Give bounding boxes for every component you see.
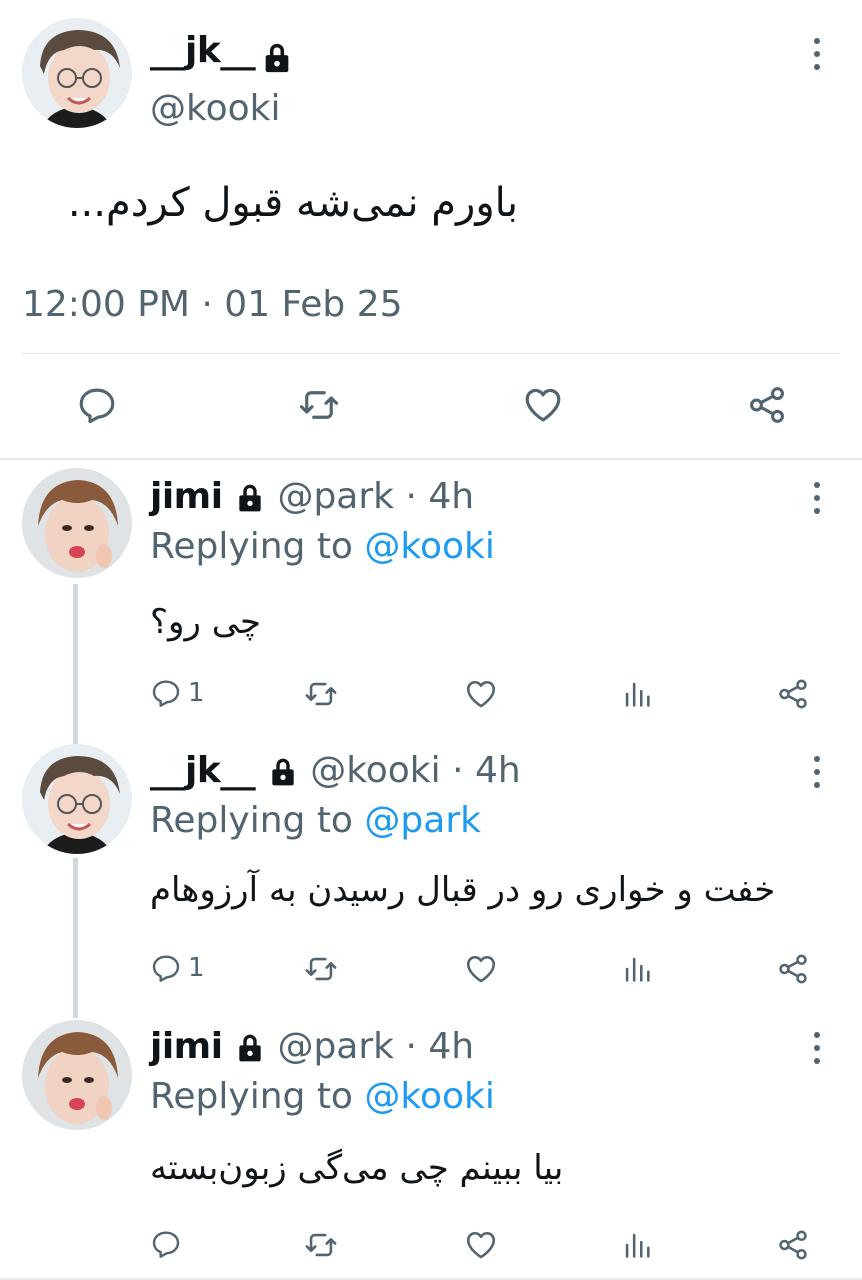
tweet-text: خفت و خواری رو در قبال رسیدن به آرزوهام	[150, 870, 776, 910]
display-name[interactable]: __jk__	[150, 750, 256, 791]
replying-to: Replying to @kooki	[150, 526, 495, 567]
replying-to-label: Replying to	[150, 1076, 353, 1117]
author-handle[interactable]: @kooki	[310, 750, 440, 791]
relative-time[interactable]: 4h	[428, 476, 474, 517]
like-icon[interactable]	[464, 952, 498, 986]
avatar[interactable]	[22, 744, 132, 854]
avatar-image	[22, 1020, 132, 1130]
reply-header: jimi @park · 4h	[150, 476, 474, 517]
tweet-text: چی رو؟	[150, 602, 262, 642]
views-icon[interactable]	[620, 1228, 654, 1262]
reply-header: jimi @park · 4h	[150, 1026, 474, 1067]
avatar[interactable]	[22, 468, 132, 578]
replying-to-label: Replying to	[150, 526, 353, 567]
author-handle[interactable]: @park	[277, 476, 394, 517]
lock-icon	[234, 1032, 266, 1064]
retweet-icon[interactable]	[304, 1228, 338, 1262]
reply-button[interactable]: 1	[150, 952, 205, 984]
replying-to-link[interactable]: @park	[364, 800, 481, 841]
like-icon[interactable]	[464, 1228, 498, 1262]
reply-icon	[150, 952, 182, 984]
author-name-row[interactable]: __jk__	[150, 30, 294, 75]
reply-count: 1	[188, 678, 205, 708]
views-icon[interactable]	[620, 952, 654, 986]
relative-time[interactable]: 4h	[428, 1026, 474, 1067]
display-name[interactable]: jimi	[150, 476, 223, 517]
reply-header: __jk__ @kooki · 4h	[150, 750, 521, 791]
display-name: __jk__	[150, 30, 256, 71]
share-icon[interactable]	[776, 952, 810, 986]
main-tweet: __jk__ @kooki باورم نمی‌شه قبول کردم... …	[0, 0, 862, 458]
replying-to: Replying to @kooki	[150, 1076, 495, 1117]
reply-tweet[interactable]: __jk__ @kooki · 4h Replying to @park خفت…	[0, 734, 862, 1010]
reply-button[interactable]	[150, 1228, 182, 1260]
reply-tweet[interactable]: jimi @park · 4h Replying to @kooki چی رو…	[0, 460, 862, 734]
more-options-icon[interactable]	[810, 38, 824, 70]
share-icon[interactable]	[746, 384, 788, 426]
replying-to-link[interactable]: @kooki	[364, 1076, 494, 1117]
retweet-icon[interactable]	[304, 952, 338, 986]
tweet-text: باورم نمی‌شه قبول کردم...	[67, 180, 518, 226]
reply-icon	[150, 1228, 182, 1260]
reply-icon	[150, 677, 182, 709]
separator: ·	[405, 476, 417, 517]
share-icon[interactable]	[776, 1228, 810, 1262]
reply-icon[interactable]	[76, 384, 118, 426]
avatar-image	[22, 468, 132, 578]
tweet-text: بیا ببینم چی می‌گی زبون‌بسته	[150, 1148, 564, 1188]
like-icon[interactable]	[464, 677, 498, 711]
tweet-timestamp[interactable]: 12:00 PM · 01 Feb 25	[22, 284, 403, 325]
lock-icon	[234, 482, 266, 514]
reply-count: 1	[188, 953, 205, 983]
share-icon[interactable]	[776, 677, 810, 711]
replying-to: Replying to @park	[150, 800, 481, 841]
relative-time[interactable]: 4h	[475, 750, 521, 791]
like-icon[interactable]	[522, 384, 564, 426]
lock-icon	[260, 41, 294, 75]
avatar-image	[22, 18, 132, 128]
avatar[interactable]	[22, 18, 132, 128]
divider	[22, 353, 840, 354]
more-options-icon[interactable]	[810, 1032, 824, 1064]
reply-tweet[interactable]: jimi @park · 4h Replying to @kooki بیا ب…	[0, 1010, 862, 1280]
retweet-icon[interactable]	[304, 677, 338, 711]
avatar[interactable]	[22, 1020, 132, 1130]
separator: ·	[405, 1026, 417, 1067]
replying-to-link[interactable]: @kooki	[364, 526, 494, 567]
views-icon[interactable]	[620, 677, 654, 711]
replying-to-label: Replying to	[150, 800, 353, 841]
author-handle[interactable]: @park	[277, 1026, 394, 1067]
more-options-icon[interactable]	[810, 756, 824, 788]
lock-icon	[267, 756, 299, 788]
avatar-image	[22, 744, 132, 854]
reply-button[interactable]: 1	[150, 677, 205, 709]
separator: ·	[452, 750, 464, 791]
author-handle[interactable]: @kooki	[150, 88, 280, 129]
retweet-icon[interactable]	[298, 384, 340, 426]
more-options-icon[interactable]	[810, 482, 824, 514]
display-name[interactable]: jimi	[150, 1026, 223, 1067]
